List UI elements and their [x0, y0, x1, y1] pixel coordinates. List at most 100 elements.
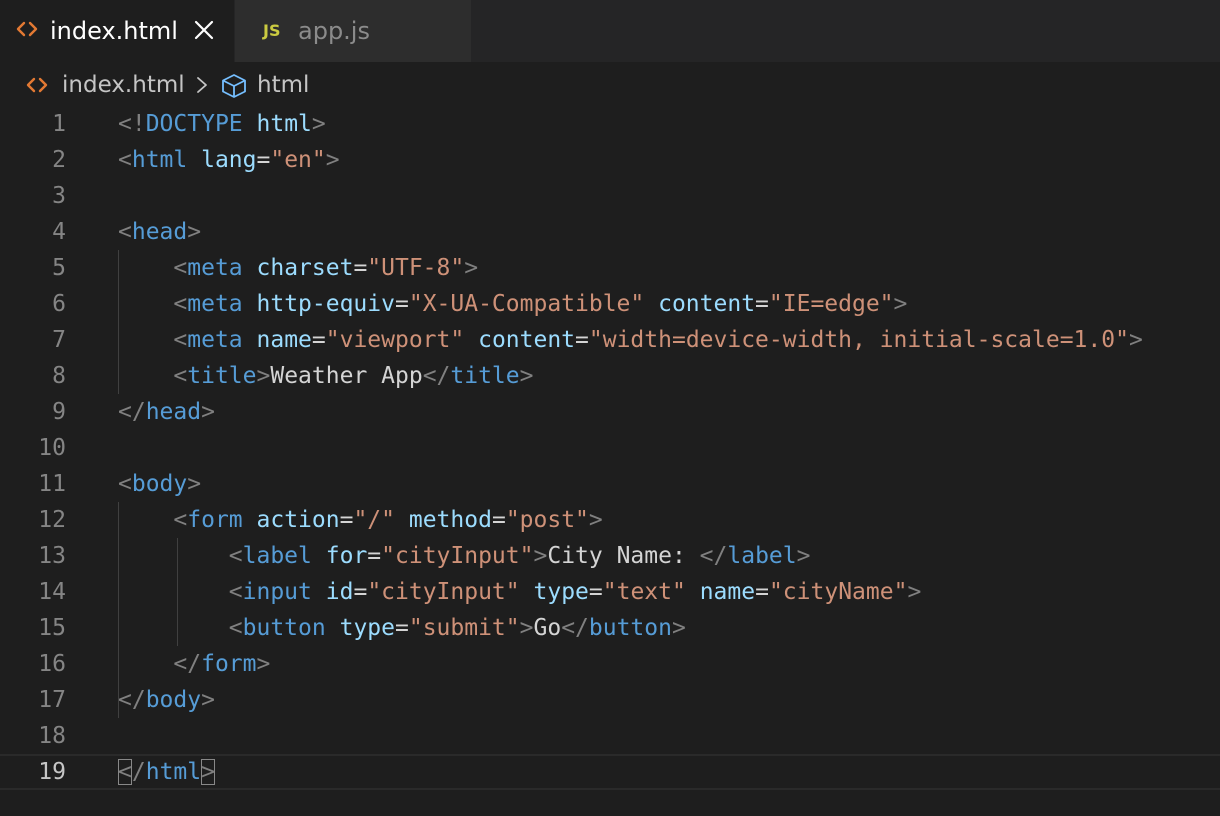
line-number: 15	[38, 615, 66, 641]
code-line[interactable]: 5 <meta charset="UTF-8">	[0, 250, 1220, 286]
code-token: charset	[256, 255, 354, 281]
code-line[interactable]: 2 <html lang="en">	[0, 142, 1220, 178]
code-token: "viewport"	[325, 327, 465, 353]
line-number: 2	[52, 147, 66, 173]
code-token: button	[588, 615, 672, 641]
code-line[interactable]: 18	[0, 718, 1220, 754]
code-line[interactable]: 7 <meta name="viewport" content="width=d…	[0, 322, 1220, 358]
html-file-icon	[26, 77, 48, 93]
code-token: =	[256, 147, 271, 173]
line-number: 12	[38, 507, 66, 533]
code-line[interactable]: 13 <label for="cityInput">City Name: </l…	[0, 538, 1220, 574]
code-text: <label for="cityInput">City Name: </labe…	[118, 538, 811, 574]
code-line[interactable]: 15 <button type="submit">Go</button>	[0, 610, 1220, 646]
code-token: /	[131, 759, 146, 785]
code-editor[interactable]: 1 <!DOCTYPE html> 2 <html lang="en"> 3 4 <head…	[0, 106, 1220, 816]
code-token: >	[907, 579, 922, 605]
code-line[interactable]: 3	[0, 178, 1220, 214]
line-number: 9	[52, 399, 66, 425]
line-number: 4	[52, 219, 66, 245]
code-line[interactable]: 4 <head>	[0, 214, 1220, 250]
code-token: Weather App	[270, 363, 423, 389]
close-icon[interactable]	[192, 18, 216, 42]
code-token: <	[228, 579, 243, 605]
code-text: <title>Weather App</title>	[118, 358, 533, 394]
code-token: name	[699, 579, 756, 605]
code-token: <	[173, 363, 188, 389]
code-text: <meta http-equiv="X-UA-Compatible" conte…	[118, 286, 907, 322]
code-line[interactable]: 10	[0, 430, 1220, 466]
code-token: http-equiv	[256, 291, 395, 317]
code-token: </	[173, 651, 202, 677]
line-number: 14	[38, 579, 66, 605]
code-token: =	[353, 579, 368, 605]
code-token: <	[118, 219, 132, 245]
code-line[interactable]: 11 <body>	[0, 466, 1220, 502]
code-text: </form>	[118, 646, 270, 682]
code-text: </head>	[118, 394, 215, 430]
code-token: type	[533, 579, 589, 605]
code-token: "IE=edge"	[768, 291, 894, 317]
code-text: <meta name="viewport" content="width=dev…	[118, 322, 1142, 358]
line-number: 5	[52, 255, 66, 281]
code-line[interactable]: 17 </body>	[0, 682, 1220, 718]
breadcrumb-file[interactable]: index.html	[62, 62, 185, 108]
code-token: </	[422, 363, 451, 389]
code-token: >	[519, 615, 534, 641]
line-number: 18	[38, 723, 66, 749]
code-token: body	[131, 471, 188, 497]
code-line[interactable]: 12 <form action="/" method="post">	[0, 502, 1220, 538]
code-token: html	[145, 759, 202, 785]
tab-index-html[interactable]: index.html	[0, 0, 234, 62]
code-token: "en"	[270, 147, 326, 173]
code-token: title	[450, 363, 520, 389]
code-token: head	[145, 399, 202, 425]
code-line[interactable]: 1 <!DOCTYPE html>	[0, 106, 1220, 142]
code-token: <	[173, 255, 188, 281]
tab-app-js[interactable]: JS app.js	[235, 0, 471, 62]
code-line[interactable]: 14 <input id="cityInput" type="text" nam…	[0, 574, 1220, 610]
line-number: 8	[52, 363, 66, 389]
code-token: "post"	[505, 507, 589, 533]
code-line[interactable]: 6 <meta http-equiv="X-UA-Compatible" con…	[0, 286, 1220, 322]
code-token: =	[353, 255, 368, 281]
code-token: >	[256, 363, 271, 389]
code-token: >	[187, 219, 202, 245]
code-text: <head>	[118, 214, 201, 250]
code-token: label	[727, 543, 797, 569]
editor-tab-bar: index.html JS app.js	[0, 0, 1220, 62]
code-token: <	[118, 759, 132, 785]
tab-label: index.html	[50, 17, 178, 45]
code-token: "cityName"	[768, 579, 908, 605]
code-token: method	[408, 507, 492, 533]
code-token: >	[311, 111, 326, 137]
indent-guide	[118, 250, 119, 394]
code-token: type	[339, 615, 395, 641]
code-line[interactable]: 19 </html>	[0, 754, 1220, 790]
breadcrumb-node[interactable]: html	[257, 62, 309, 108]
code-line[interactable]: 9 </head>	[0, 394, 1220, 430]
code-text: <body>	[118, 466, 201, 502]
code-token: head	[131, 219, 188, 245]
code-token: "X-UA-Compatible"	[408, 291, 645, 317]
code-line[interactable]: 16 </form>	[0, 646, 1220, 682]
code-token: form	[201, 651, 257, 677]
code-token: =	[339, 507, 354, 533]
code-token: html	[256, 111, 312, 137]
code-text: <form action="/" method="post">	[118, 502, 602, 538]
code-token: html	[131, 147, 188, 173]
code-token: </	[118, 687, 146, 713]
code-line[interactable]: 8 <title>Weather App</title>	[0, 358, 1220, 394]
code-token: content	[478, 327, 576, 353]
